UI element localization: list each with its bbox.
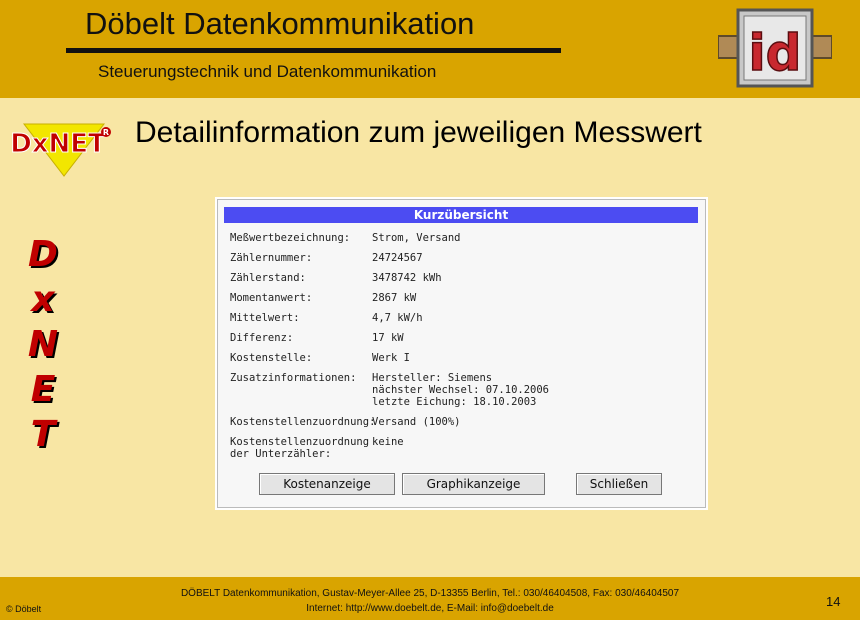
svg-text:R: R (103, 128, 109, 137)
row-label: Zusatzinformationen: (230, 372, 357, 384)
page-number: 14 (826, 594, 841, 609)
row-label: Momentanwert: (230, 292, 313, 304)
page-heading: Detailinformation zum jeweiligen Messwer… (135, 116, 702, 149)
dxnet-logo-text: DxNET (10, 129, 106, 159)
row-label: Meßwertbezeichnung: (230, 232, 351, 244)
row-value: Strom, Versand (372, 232, 461, 244)
row-label: Kostenstellenzuordnung: (230, 416, 376, 428)
company-subtitle: Steuerungstechnik und Datenkommunikation (98, 62, 437, 81)
row-value: Versand (100%) (372, 416, 461, 428)
row-value: 4,7 kW/h (372, 312, 423, 324)
summary-dialog: Kurzübersicht Meßwertbezeichnung: Strom,… (217, 199, 706, 508)
copyright-text: © Döbelt (6, 604, 42, 614)
title-rule (66, 48, 561, 53)
close-button[interactable]: Schließen (576, 473, 662, 495)
cost-view-button[interactable]: Kostenanzeige (259, 473, 395, 495)
vertical-brand-text: D x N E T (22, 232, 64, 457)
id-logo: id (718, 8, 832, 88)
row-label: Zählernummer: (230, 252, 313, 264)
row-label: Zählerstand: (230, 272, 306, 284)
brand-letter: x (31, 279, 55, 320)
graph-view-button[interactable]: Graphikanzeige (402, 473, 545, 495)
brand-letter: N (27, 324, 59, 365)
row-value: Werk I (372, 352, 410, 364)
row-value: 24724567 (372, 252, 423, 264)
dialog-title: Kurzübersicht (224, 207, 698, 223)
row-value: Hersteller: Siemens nächster Wechsel: 07… (372, 372, 550, 408)
dxnet-logo: DxNET R (10, 123, 111, 177)
brand-letter: T (30, 414, 56, 455)
footer-address: DÖBELT Datenkommunikation, Gustav-Meyer-… (180, 588, 680, 599)
row-value: keine (372, 436, 404, 448)
id-logo-text: id (749, 24, 802, 82)
company-name: Döbelt Datenkommunikation (85, 6, 475, 41)
row-value: 3478742 kWh (372, 272, 442, 284)
brand-letter: D (28, 234, 58, 275)
row-label: Mittelwert: (230, 312, 300, 324)
brand-letter: E (30, 369, 56, 410)
row-label: Kostenstelle: (230, 352, 313, 364)
footer-contact: Internet: http://www.doebelt.de, E-Mail:… (306, 603, 554, 614)
row-label: Differenz: (230, 332, 294, 344)
row-value: 17 kW (372, 332, 404, 344)
row-label: Kostenstellenzuordnung der Unterzähler: (230, 436, 370, 460)
row-value: 2867 kW (372, 292, 417, 304)
